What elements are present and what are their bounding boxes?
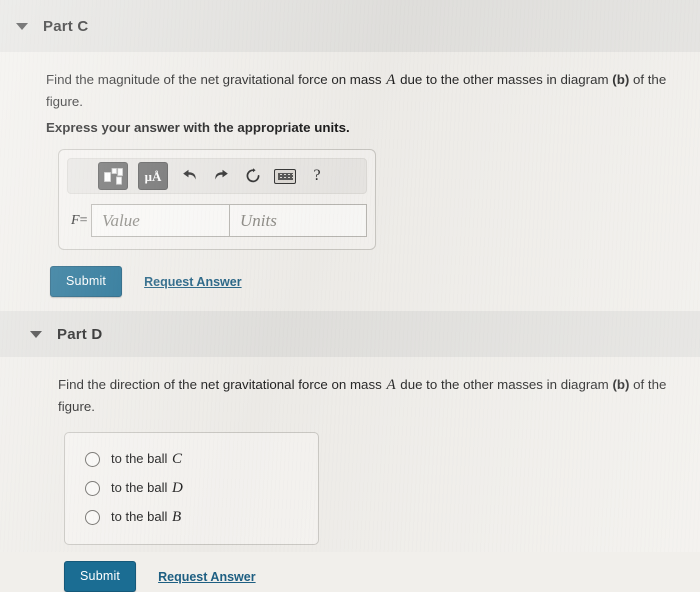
radio-option-label: to the ball B: [111, 509, 182, 526]
part-d-submit-row: Submit Request Answer: [64, 561, 700, 592]
triangle-down-icon[interactable]: [16, 22, 28, 30]
part-c-question-text-2: due to the other masses in diagram: [396, 72, 613, 87]
part-c-instruction: Express your answer with the appropriate…: [46, 120, 350, 136]
template-matrix-icon[interactable]: [98, 162, 128, 191]
force-symbol: F: [71, 212, 80, 228]
reset-icon[interactable]: [242, 163, 264, 189]
part-d-options-box: to the ball C to the ball D to the ball …: [64, 432, 319, 546]
part-d-question-var: A: [386, 377, 396, 394]
radio-option-prefix: to the ball: [111, 509, 171, 525]
keyboard-icon[interactable]: [274, 163, 296, 189]
part-c-toolbar: μÅ ?: [67, 158, 367, 195]
radio-circle-icon[interactable]: [85, 481, 100, 497]
part-c-title: Part C: [43, 17, 89, 35]
part-c-submit-button[interactable]: Submit: [50, 266, 123, 298]
units-input[interactable]: Units: [229, 204, 367, 238]
part-c-question-diagram: (b): [612, 72, 630, 87]
help-label: ?: [313, 167, 321, 185]
part-c-question: Find the magnitude of the net gravitatio…: [0, 52, 700, 111]
part-d-request-answer-link[interactable]: Request Answer: [158, 570, 255, 584]
reset-glyph: [246, 168, 260, 183]
value-input[interactable]: Value: [91, 204, 229, 238]
radio-circle-icon[interactable]: [85, 452, 100, 468]
part-d-header[interactable]: Part D: [0, 311, 700, 358]
undo-icon[interactable]: [178, 163, 200, 189]
radio-option-symbol: D: [172, 480, 183, 497]
part-d-question: Find the direction of the net gravitatio…: [0, 357, 700, 416]
help-icon[interactable]: ?: [306, 163, 328, 189]
template-matrix-glyph: [103, 167, 123, 185]
radio-circle-icon[interactable]: [85, 510, 100, 526]
part-c-question-var: A: [386, 72, 396, 88]
radio-option-d[interactable]: to the ball D: [65, 474, 318, 503]
equals-sign: =: [79, 212, 88, 228]
keyboard-keys: [277, 172, 293, 180]
radio-option-c[interactable]: to the ball C: [65, 445, 318, 474]
radio-option-label: to the ball D: [111, 480, 184, 497]
part-c-body: Find the magnitude of the net gravitatio…: [0, 52, 700, 311]
part-c-answer-panel: μÅ ? F= Value Units: [58, 149, 376, 251]
part-c-field-row: F= Value Units: [67, 204, 367, 238]
part-d-question-text-2: due to the other masses in diagram: [396, 377, 613, 393]
keyboard-glyph: [274, 168, 296, 184]
radio-option-symbol: C: [172, 451, 183, 468]
part-d-question-diagram: (b): [612, 377, 630, 393]
radio-option-prefix: to the ball: [111, 451, 171, 467]
radio-option-label: to the ball C: [111, 451, 183, 468]
redo-icon[interactable]: [210, 163, 232, 189]
part-d-question-text-1: Find the direction of the net gravitatio…: [58, 377, 386, 393]
part-d-body: Find the direction of the net gravitatio…: [0, 357, 700, 592]
units-mu-angstrom-label: μÅ: [144, 168, 162, 184]
radio-option-b[interactable]: to the ball B: [65, 503, 318, 532]
force-field-label: F=: [67, 213, 91, 229]
undo-glyph: [182, 169, 196, 180]
part-d-submit-button[interactable]: Submit: [64, 561, 137, 592]
part-c-header[interactable]: Part C: [0, 0, 700, 52]
units-mu-angstrom-icon[interactable]: μÅ: [138, 162, 168, 191]
part-c-submit-row: Submit Request Answer: [50, 266, 700, 298]
part-c-question-text-1: Find the magnitude of the net gravitatio…: [46, 72, 386, 87]
triangle-down-icon[interactable]: [30, 330, 42, 338]
redo-glyph: [214, 169, 228, 180]
part-d-title: Part D: [57, 325, 103, 343]
radio-option-symbol: B: [172, 509, 182, 526]
part-c-request-answer-link[interactable]: Request Answer: [144, 275, 241, 289]
part-c-inputs: Value Units: [91, 204, 367, 238]
part-c-bottom-spacer: [0, 297, 700, 311]
radio-option-prefix: to the ball: [111, 480, 171, 496]
